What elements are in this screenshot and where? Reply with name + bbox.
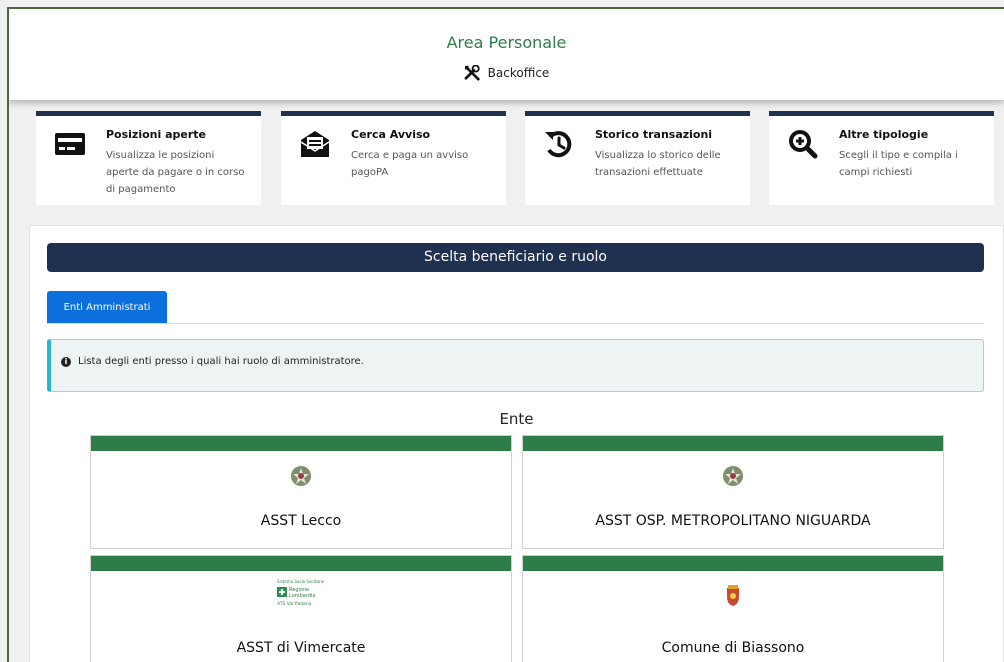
- card-cerca-avviso[interactable]: Cerca Avviso Cerca e paga un avviso pago…: [281, 111, 506, 205]
- envelope-icon: [300, 131, 330, 157]
- zoom-in-icon: [789, 130, 818, 159]
- card-description: Visualizza le posizioni aperte da pagare…: [106, 150, 245, 195]
- card-description: Cerca e paga un avviso pagoPA: [351, 150, 469, 178]
- ente-card-band: [91, 436, 511, 451]
- info-text: Lista degli enti presso i quali hai ruol…: [78, 356, 364, 367]
- tab-divider: [47, 323, 984, 324]
- ente-card-niguarda[interactable]: ASST OSP. METROPOLITANO NIGUARDA: [522, 435, 944, 549]
- ente-card-biassono[interactable]: Comune di Biassono: [522, 555, 944, 662]
- card-posizioni-aperte[interactable]: Posizioni aperte Visualizza le posizioni…: [36, 111, 261, 205]
- ente-heading: Ente: [499, 410, 534, 428]
- card-title: Altre tipologie: [839, 128, 929, 141]
- info-alert: i Lista degli enti presso i quali hai ru…: [47, 339, 984, 392]
- ente-name: ASST di Vimercate: [236, 640, 366, 656]
- italian-emblem-icon: [723, 466, 743, 486]
- ente-card-band: [523, 556, 943, 571]
- ente-card-asst-lecco[interactable]: ASST Lecco: [90, 435, 512, 549]
- card-title: Storico transazioni: [595, 128, 713, 141]
- card-description: Scegli il tipo e compila i campi richies…: [839, 150, 958, 178]
- info-icon: i: [61, 357, 71, 367]
- regione-lombardia-logo: Sistema Socio Sanitario Regione Lombardi…: [277, 579, 325, 607]
- card-altre-tipologie[interactable]: Altre tipologie Scegli il tipo e compila…: [769, 111, 994, 205]
- main-panel: Scelta beneficiario e ruolo Enti Amminis…: [29, 225, 1004, 662]
- logo-caption: Sistema Socio Sanitario: [277, 579, 325, 584]
- card-storico-transazioni[interactable]: Storico transazioni Visualizza lo storic…: [525, 111, 750, 205]
- backoffice-link[interactable]: Backoffice: [9, 65, 1004, 81]
- tab-enti-amministrati[interactable]: Enti Amministrati: [47, 291, 167, 324]
- browser-frame: Area Personale Backoffice Posizioni aper…: [7, 7, 1004, 662]
- section-title: Scelta beneficiario e ruolo: [47, 243, 984, 272]
- backoffice-label: Backoffice: [487, 66, 550, 80]
- ente-card-vimercate[interactable]: Sistema Socio Sanitario Regione Lombardi…: [90, 555, 512, 662]
- logo-ats: ATS Val Padana: [277, 601, 312, 607]
- ente-card-band: [523, 436, 943, 451]
- page-title: Area Personale: [446, 33, 567, 52]
- card-description: Visualizza lo storico delle transazioni …: [595, 150, 721, 178]
- card-title: Cerca Avviso: [351, 128, 431, 141]
- quick-actions: Posizioni aperte Visualizza le posizioni…: [36, 111, 1004, 207]
- tools-icon: [464, 65, 480, 81]
- ente-card-band: [91, 556, 511, 571]
- italian-emblem-icon: [291, 466, 311, 486]
- comune-crest-icon: [727, 585, 739, 606]
- ente-name: Comune di Biassono: [661, 640, 805, 656]
- history-icon: [545, 131, 572, 158]
- logo-region-name: Lombardia: [289, 593, 315, 599]
- ente-name: ASST Lecco: [260, 513, 342, 529]
- ente-name: ASST OSP. METROPOLITANO NIGUARDA: [595, 513, 871, 529]
- page-header: Area Personale Backoffice: [9, 9, 1004, 100]
- card-title: Posizioni aperte: [106, 128, 206, 141]
- credit-card-icon: [55, 133, 85, 155]
